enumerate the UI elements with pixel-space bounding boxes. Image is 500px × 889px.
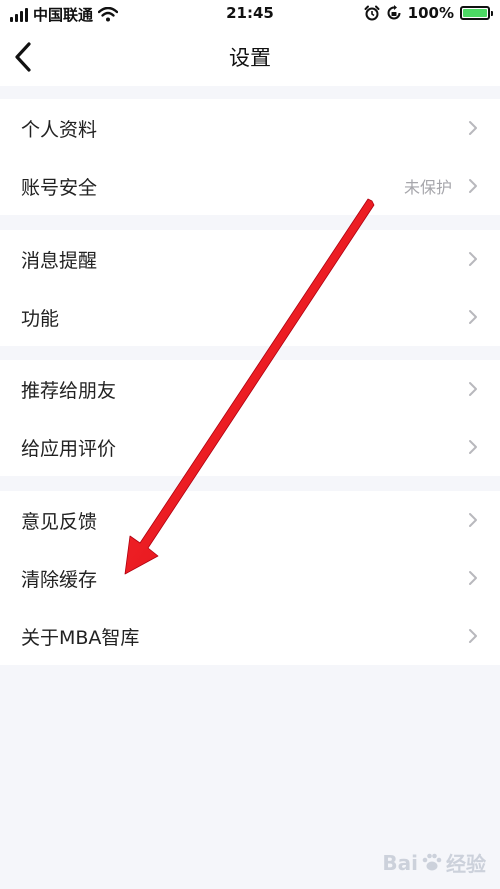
chevron-right-icon [469, 382, 477, 396]
security-status-value: 未保护 [403, 178, 452, 197]
chevron-right-icon [469, 571, 477, 585]
status-right: 100% [364, 4, 493, 22]
watermark-text-left: Bai [382, 850, 418, 875]
settings-item-message-reminder[interactable]: 消息提醒 [0, 230, 500, 288]
paw-icon [422, 853, 442, 870]
status-bar: 中国联通 21:45 100% [0, 0, 500, 28]
settings-item-feedback[interactable]: 意见反馈 [0, 491, 500, 549]
settings-item-label: 功能 [21, 307, 60, 330]
settings-item-clear-cache[interactable]: 清除缓存 [0, 549, 500, 607]
orientation-lock-icon [387, 5, 401, 20]
settings-item-profile[interactable]: 个人资料 [0, 99, 500, 157]
settings-item-recommend[interactable]: 推荐给朋友 [0, 360, 500, 418]
settings-group-share: 推荐给朋友 给应用评价 [0, 360, 500, 476]
settings-item-label: 意见反馈 [21, 510, 98, 533]
settings-group-account: 个人资料 账号安全 未保护 [0, 99, 500, 215]
chevron-right-icon [469, 513, 477, 527]
chevron-right-icon [469, 310, 477, 324]
battery-icon [460, 6, 493, 20]
chevron-right-icon [469, 252, 477, 266]
settings-item-account-security[interactable]: 账号安全 未保护 [0, 157, 500, 215]
settings-item-label: 关于MBA智库 [21, 626, 140, 649]
settings-item-about[interactable]: 关于MBA智库 [0, 607, 500, 665]
settings-item-label: 给应用评价 [21, 437, 117, 460]
settings-group-notifications: 消息提醒 功能 [0, 230, 500, 346]
settings-item-label: 账号安全 [21, 176, 98, 199]
settings-group-misc: 意见反馈 清除缓存 关于MBA智库 [0, 491, 500, 665]
battery-percent: 100% [407, 4, 454, 22]
settings-item-label: 推荐给朋友 [21, 379, 117, 402]
settings-item-label: 个人资料 [21, 118, 98, 141]
chevron-right-icon [469, 629, 477, 643]
chevron-right-icon [469, 179, 477, 193]
page-title: 设置 [229, 46, 271, 70]
baidu-jingyan-watermark: Bai 经验 [382, 848, 486, 877]
watermark-text-right: 经验 [446, 852, 486, 876]
navigation-bar: 设置 [0, 28, 500, 86]
alarm-icon [364, 5, 380, 21]
settings-item-rate-app[interactable]: 给应用评价 [0, 418, 500, 476]
chevron-right-icon [469, 121, 477, 135]
settings-item-label: 消息提醒 [21, 249, 98, 272]
chevron-right-icon [469, 440, 477, 454]
settings-item-label: 清除缓存 [21, 568, 98, 591]
settings-item-features[interactable]: 功能 [0, 288, 500, 346]
